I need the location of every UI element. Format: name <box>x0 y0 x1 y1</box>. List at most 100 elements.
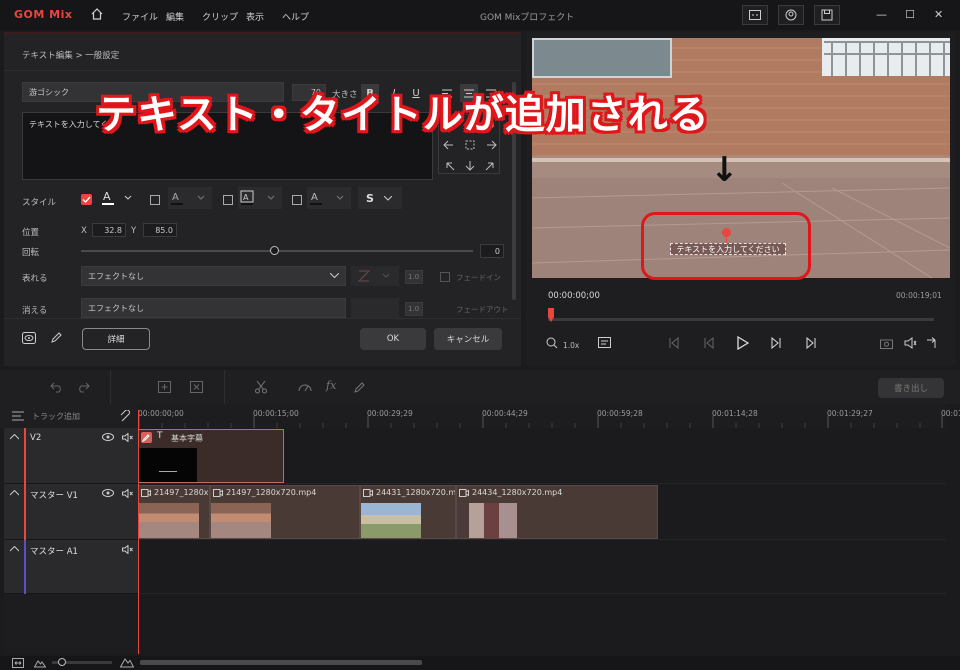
cut-icon[interactable] <box>254 380 268 397</box>
track-header-v2[interactable]: V2 <box>4 428 138 484</box>
track-menu-icon[interactable] <box>12 411 24 424</box>
timeline-vscroll[interactable] <box>948 428 956 654</box>
pen-icon[interactable] <box>50 331 63 347</box>
outline-color-select[interactable]: A <box>168 187 212 209</box>
disappear-duration[interactable]: 1.0 <box>405 302 423 316</box>
frame-forward-icon[interactable] <box>771 336 783 352</box>
menu-help[interactable]: ヘルプ <box>282 10 309 23</box>
export-button[interactable]: 書き出し <box>878 378 944 398</box>
track-color-bar <box>24 484 26 540</box>
collapse-icon[interactable] <box>9 489 20 499</box>
timeline-hscroll[interactable] <box>140 660 422 665</box>
volume-icon[interactable] <box>904 337 917 352</box>
details-button[interactable]: 詳細 <box>82 328 150 350</box>
seek-bar[interactable] <box>548 318 934 321</box>
title-bar: GOM Mix ファイル 編集 クリップ 表示 ヘルプ GOM Mixプロフェク… <box>0 0 960 30</box>
x-input[interactable]: 32.8 <box>92 223 126 237</box>
track-area-v2[interactable]: T 基本字幕 <box>138 428 946 484</box>
cancel-button[interactable]: キャンセル <box>434 328 502 350</box>
preview-eye-icon[interactable] <box>22 332 36 347</box>
video-clip[interactable]: 24434_1280x720.mp4 <box>456 485 658 539</box>
speaker-icon[interactable] <box>122 488 133 501</box>
outline-checkbox[interactable] <box>150 195 160 205</box>
minimize-icon[interactable]: — <box>876 8 887 21</box>
add-track-button[interactable]: トラック追加 <box>32 411 80 422</box>
export-frame-icon[interactable] <box>926 337 938 352</box>
video-clip-icon <box>213 489 223 500</box>
appear-duration[interactable]: 1.0 <box>405 270 423 284</box>
menu-clip[interactable]: クリップ <box>202 10 238 23</box>
track-area-a1[interactable] <box>138 540 946 594</box>
seek-handle[interactable] <box>548 308 554 322</box>
effects-icon[interactable]: fx <box>326 379 336 392</box>
speed-icon[interactable] <box>298 381 312 396</box>
playhead[interactable] <box>138 410 139 654</box>
save-icon[interactable] <box>814 5 840 25</box>
edit-pen-icon[interactable] <box>354 381 366 396</box>
magnet-icon[interactable] <box>120 409 131 425</box>
zoom-slider-handle[interactable] <box>58 658 66 666</box>
undo-icon[interactable] <box>50 381 64 396</box>
maximize-icon[interactable]: ☐ <box>905 8 915 21</box>
track-area-v1[interactable]: 21497_1280x... 21497_1280x720.mp4 24431_… <box>138 484 946 540</box>
menu-file[interactable]: ファイル <box>122 10 158 23</box>
text-color-select[interactable]: A <box>99 187 137 209</box>
redo-icon[interactable] <box>76 381 90 396</box>
speaker-icon[interactable] <box>122 432 133 445</box>
rotation-slider-handle[interactable] <box>270 246 279 255</box>
eye-icon[interactable] <box>102 433 114 444</box>
video-clip[interactable]: 21497_1280x... <box>138 485 210 539</box>
home-icon[interactable] <box>90 7 104 24</box>
shadow-color-select[interactable]: A <box>307 187 351 209</box>
appear-effect-select[interactable]: エフェクトなし <box>81 266 346 286</box>
collapse-icon[interactable] <box>9 545 20 555</box>
fit-icon[interactable] <box>12 658 24 670</box>
zoom-in-mountain-icon[interactable] <box>119 657 135 670</box>
subtitle-list-icon[interactable] <box>598 337 611 351</box>
track-header-a1[interactable]: マスター A1 <box>4 540 138 594</box>
add-media-icon[interactable] <box>158 381 171 396</box>
fade-in-checkbox[interactable] <box>440 272 450 282</box>
close-icon[interactable]: ✕ <box>934 8 943 21</box>
zoom-out-mountain-icon[interactable] <box>33 658 47 670</box>
rotation-input[interactable]: 0 <box>480 244 504 258</box>
subtitle-icon[interactable] <box>742 5 768 25</box>
shadow-letter: S <box>366 191 374 205</box>
disappear-direction-select[interactable] <box>351 298 399 318</box>
disappear-label: 消える <box>22 306 48 316</box>
background-checkbox[interactable] <box>223 195 233 205</box>
speaker-icon[interactable] <box>122 544 133 557</box>
frame-back-icon[interactable] <box>702 336 714 352</box>
skip-end-icon[interactable] <box>805 336 817 352</box>
ruler-time: 00:00:29;29 <box>367 409 413 418</box>
window-title: GOM Mixプロフェクト <box>480 13 575 23</box>
zoom-icon[interactable] <box>546 337 558 352</box>
video-clip[interactable]: 21497_1280x720.mp4 <box>210 485 360 539</box>
ok-button[interactable]: OK <box>360 328 426 350</box>
background-color-select[interactable]: A <box>238 187 282 209</box>
clip-title: 21497_1280x... <box>154 488 210 497</box>
remove-media-icon[interactable] <box>190 381 203 396</box>
style-checkbox[interactable] <box>81 194 92 205</box>
disappear-effect-select[interactable]: エフェクトなし <box>81 298 346 318</box>
track-header-v1[interactable]: マスター V1 <box>4 484 138 540</box>
play-icon[interactable] <box>737 335 750 353</box>
y-input[interactable]: 85.0 <box>143 223 177 237</box>
collapse-icon[interactable] <box>9 433 20 443</box>
menu-edit[interactable]: 編集 <box>166 10 184 23</box>
video-clip[interactable]: 24431_1280x720.m... <box>360 485 456 539</box>
timeline-footer <box>0 656 960 670</box>
skip-start-icon[interactable] <box>668 336 680 352</box>
eye-icon[interactable] <box>102 489 114 500</box>
timeline-ruler[interactable]: 00:00:00;00 00:00:15;00 00:00:29;29 00:0… <box>138 404 960 428</box>
edit-pen-icon[interactable] <box>141 432 152 443</box>
snapshot-icon[interactable] <box>880 338 893 352</box>
account-icon[interactable] <box>778 5 804 25</box>
shadow-checkbox[interactable] <box>292 195 302 205</box>
track-header-empty <box>4 594 138 654</box>
zoom-level: 1.0x <box>563 341 580 350</box>
appear-direction-select[interactable] <box>351 266 399 286</box>
menu-view[interactable]: 表示 <box>246 10 264 23</box>
text-clip[interactable]: T 基本字幕 <box>138 429 284 483</box>
shadow-style-select[interactable]: S <box>358 187 402 209</box>
